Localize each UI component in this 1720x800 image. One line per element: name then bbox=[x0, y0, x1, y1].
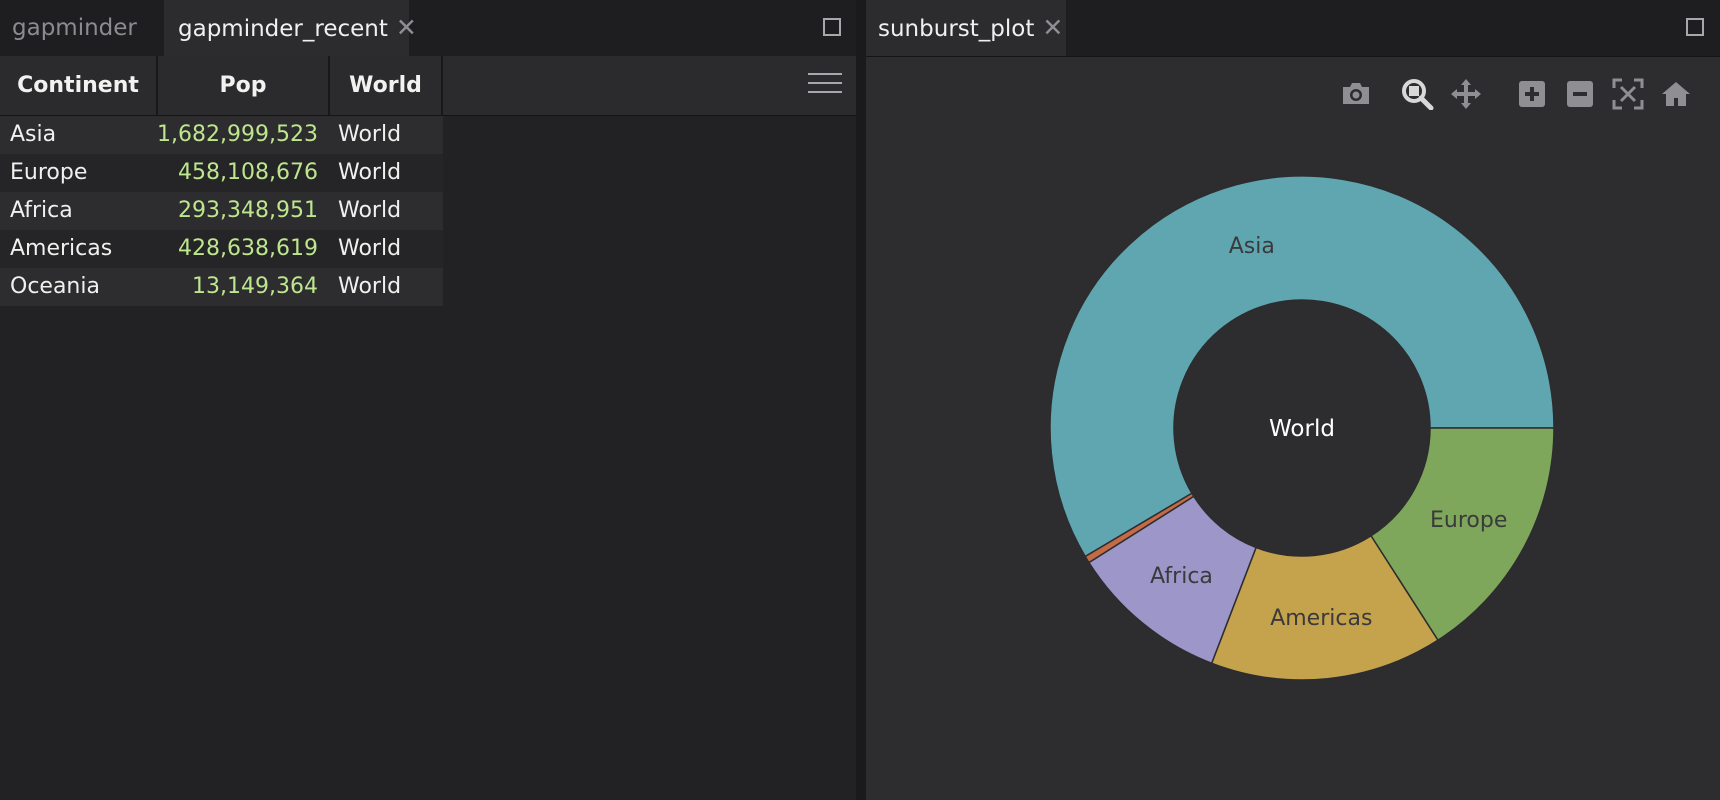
panel-splitter[interactable] bbox=[856, 0, 866, 800]
tab-label: gapminder bbox=[12, 15, 137, 41]
cell-pop: 1,682,999,523 bbox=[157, 122, 318, 147]
segment-label-asia: Asia bbox=[1229, 234, 1275, 259]
column-header-continent[interactable]: Continent bbox=[0, 56, 158, 115]
segment-label-europe: Europe bbox=[1430, 508, 1507, 533]
table-row[interactable]: Africa 293,348,951 World bbox=[0, 192, 443, 230]
tab-sunburst-plot[interactable]: sunburst_plot ✕ bbox=[866, 0, 1066, 56]
sunburst-chart[interactable]: World Asia Africa Americas Europe bbox=[866, 56, 1720, 800]
cell-pop: 293,348,951 bbox=[178, 198, 318, 223]
root-label: World bbox=[1269, 416, 1335, 442]
tab-gapminder-recent[interactable]: gapminder_recent ✕ bbox=[164, 0, 417, 56]
grid-header: Continent Pop World bbox=[0, 56, 856, 116]
tab-label: sunburst_plot bbox=[878, 16, 1035, 42]
left-panel: gapminder gapminder_recent ✕ Continent Po… bbox=[0, 0, 856, 800]
grid-rows: Asia 1,682,999,523 World Europe 458,108,… bbox=[0, 116, 443, 306]
maximize-icon[interactable] bbox=[823, 18, 841, 36]
maximize-icon[interactable] bbox=[1686, 18, 1704, 36]
cell-pop: 13,149,364 bbox=[192, 274, 318, 299]
cell-continent: Oceania bbox=[10, 274, 100, 299]
table-row[interactable]: Asia 1,682,999,523 World bbox=[0, 116, 443, 154]
tab-label: gapminder_recent bbox=[178, 16, 388, 42]
close-icon[interactable]: ✕ bbox=[396, 0, 417, 56]
right-panel: sunburst_plot ✕ World Asia Africa Americas bbox=[866, 0, 1720, 800]
hamburger-menu-icon[interactable] bbox=[808, 73, 842, 100]
left-tab-bar: gapminder gapminder_recent ✕ bbox=[0, 0, 856, 57]
cell-continent: Americas bbox=[10, 236, 113, 261]
close-icon[interactable]: ✕ bbox=[1042, 0, 1063, 56]
tab-gapminder[interactable]: gapminder bbox=[0, 0, 164, 56]
segment-label-americas: Americas bbox=[1270, 606, 1372, 631]
cell-world: World bbox=[338, 122, 402, 147]
cell-world: World bbox=[338, 160, 402, 185]
table-row[interactable]: Oceania 13,149,364 World bbox=[0, 268, 443, 306]
column-header-world[interactable]: World bbox=[330, 56, 443, 115]
cell-continent: Asia bbox=[10, 122, 57, 147]
cell-pop: 458,108,676 bbox=[178, 160, 318, 185]
cell-world: World bbox=[338, 274, 402, 299]
column-header-pop[interactable]: Pop bbox=[158, 56, 330, 115]
cell-world: World bbox=[338, 236, 402, 261]
table-row[interactable]: Americas 428,638,619 World bbox=[0, 230, 443, 268]
right-tab-bar: sunburst_plot ✕ bbox=[866, 0, 1720, 57]
table-row[interactable]: Europe 458,108,676 World bbox=[0, 154, 443, 192]
cell-pop: 428,638,619 bbox=[178, 236, 318, 261]
segment-label-africa: Africa bbox=[1150, 564, 1213, 589]
cell-continent: Africa bbox=[10, 198, 73, 223]
cell-world: World bbox=[338, 198, 402, 223]
cell-continent: Europe bbox=[10, 160, 88, 185]
